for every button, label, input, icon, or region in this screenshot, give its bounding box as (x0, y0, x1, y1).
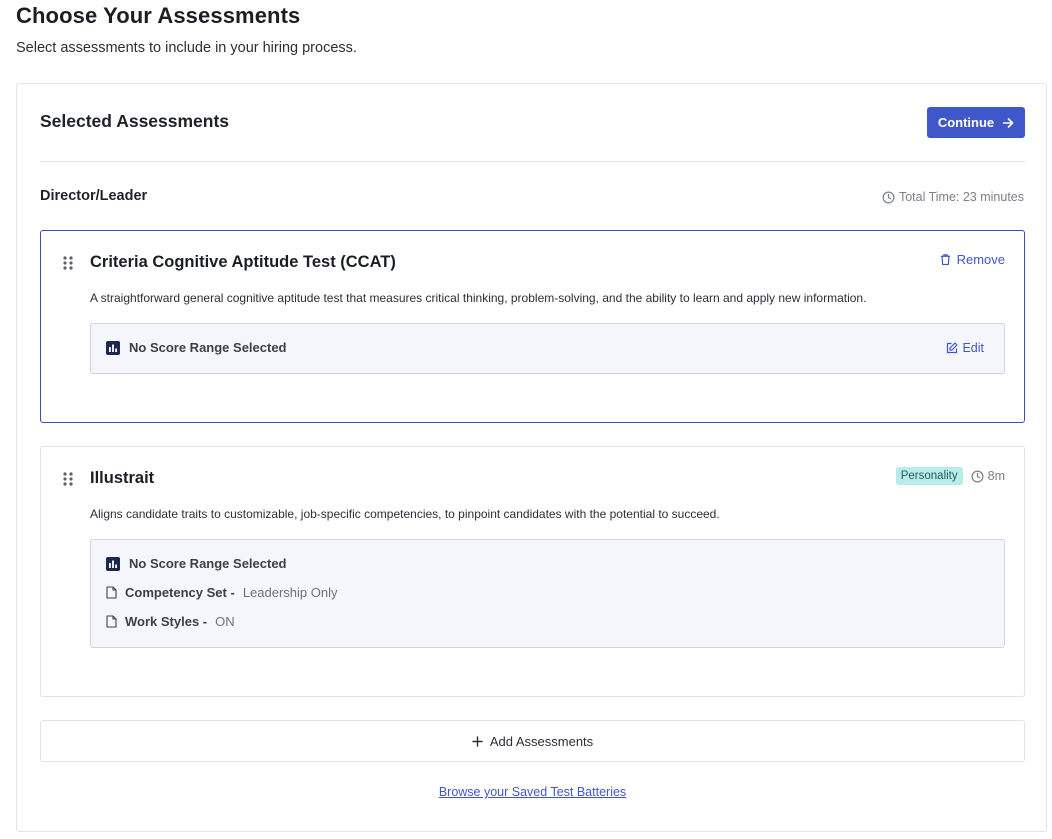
trash-icon (940, 254, 950, 266)
assessment-tags: Personality 8m (895, 467, 1005, 485)
browse-saved-batteries-link[interactable]: Browse your Saved Test Batteries (17, 785, 1048, 799)
divider (40, 161, 1025, 162)
bar-chart-icon (106, 340, 120, 355)
assessment-card-ccat: Criteria Cognitive Aptitude Test (CCAT) … (40, 230, 1025, 423)
edit-label: Edit (962, 341, 984, 355)
assessment-title: Illustrait (90, 469, 155, 487)
edit-button[interactable]: Edit (946, 341, 984, 355)
continue-button[interactable]: Continue (927, 107, 1025, 138)
bar-chart-icon (106, 556, 120, 571)
competency-value: Leadership Only (242, 585, 338, 600)
workstyles-row: Work Styles - ON (106, 614, 235, 629)
score-range-box: No Score Range Selected Edit (90, 323, 1005, 374)
settings-box: No Score Range Selected Competency Set -… (90, 539, 1005, 648)
clock-icon (971, 470, 984, 482)
score-range-row: No Score Range Selected (106, 556, 287, 571)
document-icon (106, 586, 117, 599)
drag-handle-icon[interactable] (62, 255, 74, 271)
drag-handle-icon[interactable] (62, 471, 74, 487)
remove-label: Remove (956, 252, 1005, 267)
workstyles-label: Work Styles - (125, 614, 208, 629)
competency-row: Competency Set - Leadership Only (106, 585, 337, 600)
assessment-description: A straightforward general cognitive apti… (90, 291, 867, 305)
personality-badge: Personality (895, 467, 963, 485)
duration: 8m (971, 469, 1005, 483)
document-icon (106, 615, 117, 628)
continue-label: Continue (937, 115, 995, 130)
assessment-description: Aligns candidate traits to customizable,… (90, 507, 720, 521)
add-assessments-label: Add Assessments (489, 733, 594, 749)
score-range-row: No Score Range Selected (106, 340, 287, 355)
score-range-label: No Score Range Selected (129, 556, 287, 571)
competency-label: Competency Set - (125, 585, 235, 600)
panel-title: Selected Assessments (40, 111, 230, 131)
assessment-card-illustrait: Illustrait Personality 8m Aligns candida… (40, 446, 1025, 697)
page-subtitle: Select assessments to include in your hi… (16, 40, 357, 56)
edit-icon (947, 342, 959, 354)
remove-button[interactable]: Remove (939, 252, 1005, 267)
duration-text: 8m (987, 469, 1005, 483)
workstyles-value: ON (215, 614, 235, 629)
assessment-title: Criteria Cognitive Aptitude Test (CCAT) (90, 253, 396, 271)
score-range-label: No Score Range Selected (129, 340, 287, 355)
plus-icon (472, 735, 483, 747)
total-time: Total Time: 23 minutes (882, 190, 1024, 204)
total-time-text: Total Time: 23 minutes (898, 190, 1024, 204)
arrow-right-icon (1002, 117, 1014, 128)
add-assessments-button[interactable]: Add Assessments (40, 720, 1025, 762)
group-title: Director/Leader (40, 188, 148, 204)
selected-assessments-panel: Selected Assessments Continue Director/L… (16, 83, 1047, 832)
page-title: Choose Your Assessments (16, 3, 301, 28)
clock-icon (882, 191, 895, 203)
